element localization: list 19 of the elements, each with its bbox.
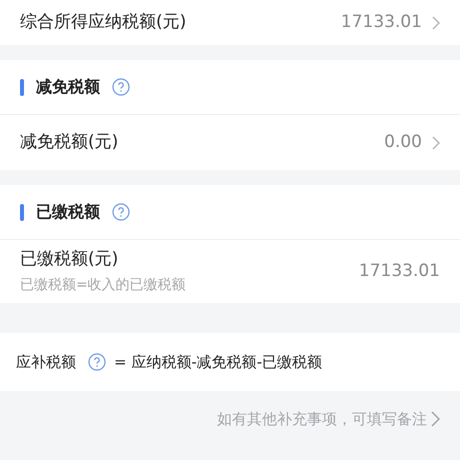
- chevron-right-icon: [431, 411, 440, 428]
- formula-text: = 应纳税额-减免税额-已缴税额: [114, 352, 322, 373]
- formula-label: 应补税额: [16, 352, 76, 373]
- help-icon[interactable]: [112, 203, 130, 221]
- row-value: 17133.01: [340, 10, 422, 34]
- row-value: 0.00: [384, 130, 422, 154]
- section-marker: [20, 204, 24, 220]
- list-row[interactable]: 综合所得应纳税额(元) 17133.01: [0, 0, 460, 45]
- help-icon[interactable]: [112, 78, 130, 96]
- row-value: 17133.01: [358, 260, 440, 283]
- row-label: 已缴税额(元): [20, 248, 120, 272]
- list-row[interactable]: 减免税额(元) 0.00: [0, 115, 460, 170]
- row-note: 已缴税额=收入的已缴税额: [20, 276, 186, 295]
- help-icon[interactable]: [88, 353, 106, 371]
- section-marker: [20, 78, 24, 96]
- row-label: 综合所得应纳税额(元): [20, 10, 186, 34]
- section-title: 已缴税额: [36, 201, 100, 223]
- section-title: 减免税额: [36, 76, 100, 98]
- row-label: 减免税额(元): [20, 130, 118, 154]
